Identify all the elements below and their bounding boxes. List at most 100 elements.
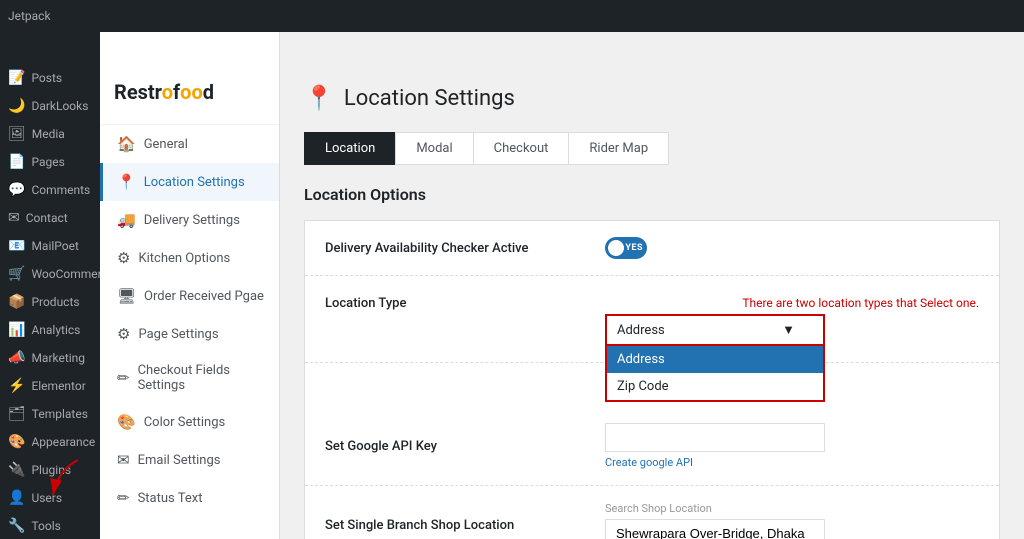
sub-sidebar-email-settings[interactable]: ✉ Email Settings bbox=[100, 441, 279, 479]
sub-sidebar-delivery-settings[interactable]: 🚚 Delivery Settings bbox=[100, 201, 279, 239]
admin-bar: Jetpack bbox=[0, 0, 1024, 32]
dropdown-option-address[interactable]: Address bbox=[607, 346, 823, 373]
posts-icon: 📝 bbox=[8, 70, 25, 86]
sub-sidebar-label-page-settings: Page Settings bbox=[138, 327, 218, 342]
sidebar-label-posts: Posts bbox=[31, 71, 62, 85]
location-type-select[interactable]: Address ▼ bbox=[605, 314, 825, 346]
page-settings-icon: ⚙ bbox=[117, 325, 130, 343]
sidebar-item-templates[interactable]: 🗂 Templates bbox=[0, 400, 100, 428]
color-settings-icon: 🎨 bbox=[117, 413, 136, 431]
delivery-settings-icon: 🚚 bbox=[117, 211, 136, 229]
dropdown-option-zipcode[interactable]: Zip Code bbox=[607, 373, 823, 400]
sidebar-item-users[interactable]: 👤 Users bbox=[0, 484, 100, 512]
sidebar-label-contact: Contact bbox=[26, 211, 68, 225]
sidebar-item-pages[interactable]: 📄 Pages bbox=[0, 148, 100, 176]
sidebar-item-appearance[interactable]: 🎨 Appearance bbox=[0, 428, 100, 456]
sub-sidebar-location-settings[interactable]: 📍 Location Settings bbox=[100, 163, 279, 201]
sidebar-item-products[interactable]: 📦 Products bbox=[0, 288, 100, 316]
delivery-availability-label: Delivery Availability Checker Active bbox=[325, 241, 605, 256]
sidebar-item-plugins[interactable]: 🔌 Plugins bbox=[0, 456, 100, 484]
search-shop-location-label: Search Shop Location bbox=[605, 502, 979, 515]
sidebar-label-analytics: Analytics bbox=[31, 323, 80, 337]
sidebar-label-marketing: Marketing bbox=[31, 351, 85, 365]
order-received-icon: 🖥 bbox=[117, 287, 136, 305]
sidebar-label-mailpoet: MailPoet bbox=[31, 239, 78, 253]
sub-sidebar-label-location-settings: Location Settings bbox=[144, 175, 245, 190]
location-type-value: There are two location types that Select… bbox=[605, 296, 979, 346]
sidebar-label-darklooks: DarkLooks bbox=[31, 99, 88, 113]
settings-box: Delivery Availability Checker Active YES… bbox=[304, 220, 1000, 539]
sidebar-label-elementor: Elementor bbox=[31, 379, 85, 393]
create-google-api-link[interactable]: Create google API bbox=[605, 456, 979, 469]
toggle-knob bbox=[608, 240, 624, 256]
sub-sidebar-general[interactable]: 🏠 General bbox=[100, 125, 279, 163]
selected-option: Address bbox=[617, 323, 665, 338]
sidebar-item-tools[interactable]: 🔧 Tools bbox=[0, 512, 100, 539]
location-type-dropdown: Address Zip Code bbox=[605, 346, 825, 402]
tab-modal[interactable]: Modal bbox=[395, 132, 472, 165]
tab-checkout[interactable]: Checkout bbox=[473, 132, 569, 165]
templates-icon: 🗂 bbox=[8, 406, 26, 422]
logo-restr: Restr bbox=[114, 80, 162, 104]
sub-sidebar: Restrofood 🏠 General 📍 Location Settings… bbox=[100, 32, 280, 539]
delivery-availability-toggle[interactable]: YES bbox=[605, 237, 647, 259]
kitchen-options-icon: ⚙ bbox=[117, 249, 130, 267]
appearance-icon: 🎨 bbox=[8, 434, 25, 450]
section-title: Location Options bbox=[304, 185, 1000, 204]
sidebar-item-contact[interactable]: ✉ Contact bbox=[0, 204, 100, 232]
logo-oo: oo bbox=[180, 80, 203, 104]
sidebar-item-media[interactable]: 🖼 Media bbox=[0, 120, 100, 148]
sidebar-item-marketing[interactable]: 📣 Marketing bbox=[0, 344, 100, 372]
tools-icon: 🔧 bbox=[8, 518, 25, 534]
sidebar-label-appearance: Appearance bbox=[31, 435, 95, 449]
sub-sidebar-label-email-settings: Email Settings bbox=[138, 453, 221, 468]
tabs: Location Modal Checkout Rider Map bbox=[304, 132, 1000, 165]
mailpoet-icon: 📧 bbox=[8, 238, 25, 254]
sub-sidebar-checkout-fields[interactable]: ✏ Checkout Fields Settings bbox=[100, 353, 279, 403]
location-type-select-wrapper: Address ▼ Address Zip Code bbox=[605, 314, 825, 346]
sub-sidebar-label-checkout-fields: Checkout Fields Settings bbox=[138, 363, 265, 393]
page-title-row: 📍 Location Settings bbox=[304, 84, 1000, 112]
google-api-row: Set Google API Key Create google API bbox=[305, 407, 999, 486]
sub-sidebar-status-text[interactable]: ✏ Status Text bbox=[100, 479, 279, 517]
sidebar-item-darklooks[interactable]: 🌙 DarkLooks bbox=[0, 92, 100, 120]
sub-sidebar-label-status-text: Status Text bbox=[138, 491, 203, 506]
sidebar-label-plugins: Plugins bbox=[31, 463, 71, 477]
sub-sidebar-label-order-received: Order Received Pgae bbox=[144, 289, 264, 304]
google-api-value: Create google API bbox=[605, 423, 979, 469]
sidebar-item-posts[interactable]: 📝 Posts bbox=[0, 64, 100, 92]
status-text-icon: ✏ bbox=[117, 489, 130, 507]
logo-d: d bbox=[203, 80, 214, 104]
shop-location-label: Set Single Branch Shop Location bbox=[325, 518, 605, 533]
sidebar: 📝 Posts 🌙 DarkLooks 🖼 Media 📄 Pages 💬 Co… bbox=[0, 32, 100, 539]
location-settings-icon: 📍 bbox=[117, 173, 136, 191]
sub-sidebar-label-color-settings: Color Settings bbox=[144, 415, 226, 430]
google-api-input[interactable] bbox=[605, 423, 825, 452]
location-type-hint: There are two location types that Select… bbox=[605, 296, 979, 310]
sidebar-item-woocommerce[interactable]: 🛒 WooCommerce bbox=[0, 260, 100, 288]
sub-sidebar-label-kitchen-options: Kitchen Options bbox=[138, 251, 230, 266]
sub-sidebar-label-delivery-settings: Delivery Settings bbox=[144, 213, 240, 228]
marketing-icon: 📣 bbox=[8, 350, 25, 366]
sidebar-item-comments[interactable]: 💬 Comments bbox=[0, 176, 100, 204]
sub-sidebar-color-settings[interactable]: 🎨 Color Settings bbox=[100, 403, 279, 441]
main-content: 📍 Location Settings Location Modal Check… bbox=[280, 32, 1024, 539]
shop-location-input[interactable] bbox=[605, 519, 825, 539]
pages-icon: 📄 bbox=[8, 154, 25, 170]
logo-o: o bbox=[162, 80, 173, 104]
tab-location[interactable]: Location bbox=[304, 132, 395, 165]
tab-rider-map[interactable]: Rider Map bbox=[568, 132, 669, 165]
sidebar-item-mailpoet[interactable]: 📧 MailPoet bbox=[0, 232, 100, 260]
email-settings-icon: ✉ bbox=[117, 451, 130, 469]
admin-bar-jetpack[interactable]: Jetpack bbox=[8, 9, 51, 23]
delivery-availability-value: YES bbox=[605, 237, 979, 259]
sub-sidebar-page-settings[interactable]: ⚙ Page Settings bbox=[100, 315, 279, 353]
sub-sidebar-kitchen-options[interactable]: ⚙ Kitchen Options bbox=[100, 239, 279, 277]
users-icon: 👤 bbox=[8, 490, 25, 506]
sub-sidebar-order-received[interactable]: 🖥 Order Received Pgae bbox=[100, 277, 279, 315]
shop-location-value: Search Shop Location bbox=[605, 502, 979, 539]
sidebar-item-elementor[interactable]: ⚡ Elementor bbox=[0, 372, 100, 400]
comments-icon: 💬 bbox=[8, 182, 25, 198]
sidebar-item-analytics[interactable]: 📊 Analytics bbox=[0, 316, 100, 344]
delivery-availability-row: Delivery Availability Checker Active YES bbox=[305, 221, 999, 276]
